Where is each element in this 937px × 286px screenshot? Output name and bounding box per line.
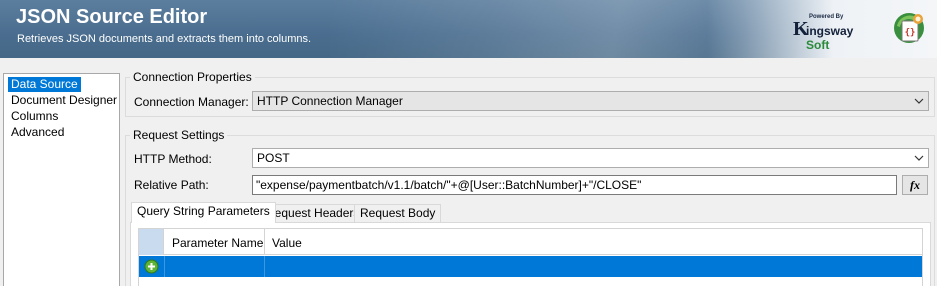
header-banner: JSON Source Editor Retrieves JSON docume…: [0, 0, 937, 58]
connection-properties-title: Connection Properties: [130, 70, 255, 84]
logo-word-soft: Soft: [806, 38, 830, 52]
grid-header-value[interactable]: Value: [272, 236, 302, 250]
tab-request-body[interactable]: Request Body: [354, 204, 442, 223]
sidebar-item-columns[interactable]: Columns: [8, 109, 61, 124]
chevron-down-icon: [914, 155, 924, 161]
logo-powered-by: Powered By: [809, 14, 844, 20]
sidebar-item-document-designer[interactable]: Document Designer: [8, 93, 120, 108]
request-settings-title: Request Settings: [130, 128, 228, 142]
tab-query-string-parameters[interactable]: Query String Parameters: [131, 202, 276, 223]
http-method-select[interactable]: POST: [252, 148, 929, 168]
kingswaysoft-logo: Powered By K ingsway Soft: [793, 14, 879, 52]
expression-builder-button[interactable]: fx: [902, 175, 928, 195]
grid-cell-divider: [264, 256, 265, 277]
grid-new-row[interactable]: [139, 256, 922, 277]
sidebar-item-data-source[interactable]: Data Source: [8, 77, 81, 92]
dialog-subtitle: Retrieves JSON documents and extracts th…: [17, 33, 312, 45]
connection-manager-value: HTTP Connection Manager: [257, 94, 403, 108]
query-parameters-grid[interactable]: Parameter Name Value: [138, 228, 923, 286]
chevron-down-icon: [914, 98, 924, 104]
grid-cell-divider: [164, 256, 165, 277]
add-row-icon[interactable]: [144, 259, 159, 274]
grid-header-parameter-name[interactable]: Parameter Name: [172, 236, 263, 250]
sidebar-item-advanced[interactable]: Advanced: [8, 125, 67, 140]
connection-manager-label: Connection Manager:: [134, 95, 249, 109]
logo-word-kingsway: ingsway: [806, 24, 854, 38]
http-method-label: HTTP Method:: [134, 152, 212, 166]
dialog-title: JSON Source Editor: [16, 6, 208, 28]
grid-row-selector-header: [139, 229, 164, 255]
connection-manager-select[interactable]: HTTP Connection Manager: [252, 91, 929, 111]
relative-path-value: "expense/paymentbatch/v1.1/batch/"+@[Use…: [256, 178, 642, 192]
relative-path-input[interactable]: "expense/paymentbatch/v1.1/batch/"+@[Use…: [252, 175, 897, 195]
svg-text:{}: {}: [905, 28, 916, 38]
logo-wordmark: ingsway Soft: [806, 24, 879, 52]
grid-header-row: Parameter Name Value: [139, 229, 922, 255]
http-method-value: POST: [257, 151, 290, 165]
tab-request-headers[interactable]: Request Headers: [260, 204, 366, 223]
relative-path-label: Relative Path:: [134, 178, 209, 192]
grid-column-divider: [264, 229, 265, 255]
json-source-icon: {}: [894, 13, 924, 43]
sidebar-nav: Data Source Document Designer Columns Ad…: [3, 73, 120, 286]
